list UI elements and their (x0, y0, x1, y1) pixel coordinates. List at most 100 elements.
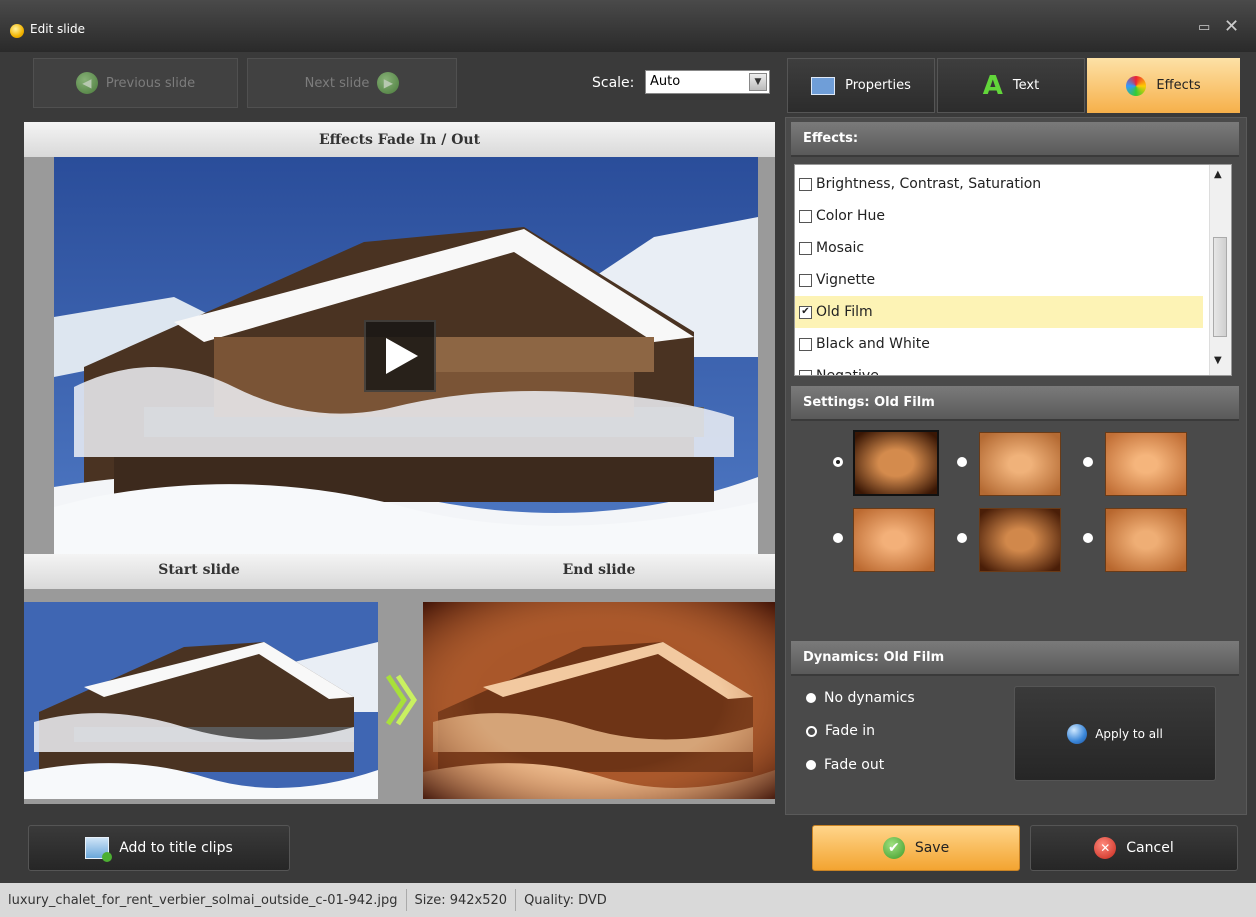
app-icon (10, 24, 24, 38)
dynamics-option-fade-out[interactable]: Fade out (806, 757, 884, 773)
play-icon (386, 338, 418, 374)
scroll-up-icon[interactable]: ▲ (1214, 169, 1222, 180)
settings-header: Settings: Old Film (791, 386, 1239, 421)
tab-properties[interactable]: Properties (787, 58, 935, 113)
add-to-title-clips-label: Add to title clips (119, 840, 233, 856)
add-to-title-clips-button[interactable]: Add to title clips (28, 825, 290, 871)
effect-label: Negative (816, 368, 879, 376)
title-bar (0, 0, 1256, 52)
checkbox[interactable] (799, 241, 812, 255)
effects-items: Brightness, Contrast, Saturation Color H… (795, 168, 1203, 376)
next-slide-button[interactable]: Next slide ▶ (247, 58, 457, 108)
checkbox[interactable] (799, 337, 812, 351)
scroll-thumb[interactable] (1213, 237, 1227, 337)
preset-radio-selected[interactable] (833, 457, 843, 467)
previous-slide-label: Previous slide (105, 75, 196, 91)
effect-label: Old Film (816, 304, 873, 320)
status-quality: Quality: DVD (524, 892, 607, 908)
radio-icon (806, 693, 816, 703)
radio-icon (806, 760, 816, 770)
effect-label: Color Hue (816, 208, 886, 224)
status-size: Size: 942x520 (407, 889, 517, 911)
dynamics-header: Dynamics: Old Film (791, 641, 1239, 676)
effect-item-color-hue[interactable]: Color Hue (795, 200, 1203, 232)
add-clip-icon (85, 837, 113, 862)
effect-label: Mosaic (816, 240, 865, 256)
preset-thumbnail-3[interactable] (1105, 432, 1187, 496)
effect-label: Vignette (816, 272, 876, 288)
preset-grid (791, 422, 1239, 640)
tab-text[interactable]: A Text (937, 58, 1085, 113)
effect-item-negative[interactable]: Negative (795, 360, 1203, 376)
scale-value: Auto (650, 74, 681, 89)
effect-label: Black and White (816, 336, 930, 352)
status-filename: luxury_chalet_for_rent_verbier_solmai_ou… (0, 889, 407, 911)
preview-header: Effects Fade In / Out (24, 122, 775, 157)
scroll-down-icon[interactable]: ▼ (1214, 355, 1222, 366)
next-slide-label: Next slide (304, 75, 370, 91)
effect-item-old-film[interactable]: ✔ Old Film (795, 296, 1203, 328)
properties-icon (811, 76, 836, 95)
arrow-left-icon: ◀ (75, 72, 98, 94)
play-button[interactable] (364, 320, 436, 392)
effect-item-black-white[interactable]: Black and White (795, 328, 1203, 360)
start-slide-thumbnail[interactable] (24, 602, 378, 799)
effect-label: Brightness, Contrast, Saturation (816, 176, 1042, 192)
cancel-label: Cancel (1126, 840, 1174, 856)
tab-text-label: Text (1012, 78, 1040, 93)
maximize-icon[interactable]: ▭ (1198, 20, 1210, 35)
checkbox[interactable] (799, 369, 812, 375)
transition-arrow-icon (384, 670, 418, 730)
checkbox-checked[interactable]: ✔ (799, 305, 812, 319)
scale-label: Scale: (592, 75, 635, 91)
effect-item-brightness[interactable]: Brightness, Contrast, Saturation (795, 168, 1203, 200)
effect-item-mosaic[interactable]: Mosaic (795, 232, 1203, 264)
save-button[interactable]: ✔ Save (812, 825, 1020, 871)
end-slide-thumbnail[interactable] (423, 602, 775, 799)
palette-icon (1126, 75, 1147, 96)
effects-list[interactable]: Brightness, Contrast, Saturation Color H… (794, 164, 1232, 376)
effects-scrollbar[interactable]: ▲ ▼ (1209, 165, 1231, 375)
preset-radio[interactable] (1083, 457, 1093, 467)
checkbox[interactable] (799, 273, 812, 287)
tab-effects-label: Effects (1156, 78, 1201, 93)
checkbox[interactable] (799, 177, 812, 191)
tab-effects[interactable]: Effects (1087, 58, 1240, 113)
preset-radio[interactable] (957, 457, 967, 467)
preset-radio[interactable] (1083, 533, 1093, 543)
preset-thumbnail-4[interactable] (853, 508, 935, 572)
dynamics-option-label: No dynamics (824, 690, 915, 706)
end-slide-label: End slide (562, 562, 636, 578)
heart-icon (1067, 723, 1088, 744)
tab-properties-label: Properties (845, 78, 911, 93)
dynamics-option-label: Fade out (824, 757, 885, 773)
window-title: Edit slide (30, 22, 85, 36)
save-label: Save (914, 840, 950, 856)
close-icon[interactable]: ✕ (1224, 16, 1239, 37)
cancel-button[interactable]: ✕ Cancel (1030, 825, 1238, 871)
preset-thumbnail-2[interactable] (979, 432, 1061, 496)
preset-radio[interactable] (957, 533, 967, 543)
cancel-x-icon: ✕ (1094, 837, 1117, 859)
checkmark-icon: ✔ (882, 837, 905, 859)
dynamics-option-fade-in[interactable]: Fade in (806, 723, 875, 739)
chevron-down-icon[interactable]: ▼ (749, 73, 767, 91)
scale-select[interactable]: Auto ▼ (645, 70, 770, 94)
dynamics-option-none[interactable]: No dynamics (806, 690, 915, 706)
start-slide-label: Start slide (158, 562, 240, 578)
preset-thumbnail-5[interactable] (979, 508, 1061, 572)
arrow-right-icon: ▶ (377, 72, 400, 94)
preset-thumbnail-6[interactable] (1105, 508, 1187, 572)
previous-slide-button[interactable]: ◀ Previous slide (33, 58, 238, 108)
radio-selected-icon (806, 725, 817, 737)
preset-radio[interactable] (833, 533, 843, 543)
dynamics-option-label: Fade in (825, 723, 876, 739)
effect-item-vignette[interactable]: Vignette (795, 264, 1203, 296)
status-bar: luxury_chalet_for_rent_verbier_solmai_ou… (0, 883, 1256, 917)
preset-thumbnail-1[interactable] (853, 430, 939, 496)
effects-header: Effects: (791, 122, 1239, 157)
apply-to-all-label: Apply to all (1095, 726, 1163, 741)
checkbox[interactable] (799, 209, 812, 223)
text-a-icon: A (982, 70, 1003, 101)
apply-to-all-button[interactable]: Apply to all (1014, 686, 1216, 781)
